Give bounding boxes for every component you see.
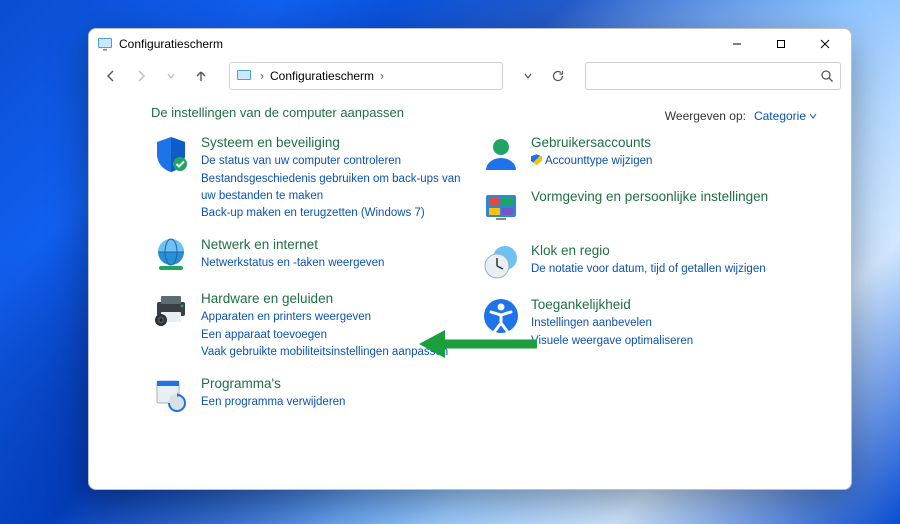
maximize-button[interactable]: [759, 29, 803, 59]
category-link[interactable]: Hardware en geluiden: [201, 290, 448, 308]
category-link[interactable]: Gebruikersaccounts: [531, 134, 652, 152]
category-accessibility: Toegankelijkheid Instellingen aanbevelen…: [481, 296, 811, 350]
view-by-value: Categorie: [754, 109, 806, 123]
chevron-down-icon: [809, 112, 817, 120]
shield-icon: [151, 134, 191, 174]
sublink[interactable]: Apparaten en printers weergeven: [201, 309, 448, 326]
globe-icon: [151, 236, 191, 276]
view-by-label: Weergeven op:: [665, 109, 746, 123]
accessibility-icon: [481, 296, 521, 336]
sublink[interactable]: Een programma verwijderen: [201, 394, 345, 411]
sublink[interactable]: Instellingen aanbevelen: [531, 315, 693, 332]
minimize-button[interactable]: [715, 29, 759, 59]
breadcrumb-sep: ›: [260, 69, 264, 83]
personalization-icon: [481, 188, 521, 228]
control-panel-icon: [236, 68, 252, 84]
category-clock-region: Klok en regio De notatie voor datum, tij…: [481, 242, 811, 282]
category-hardware-sound: Hardware en geluiden Apparaten en printe…: [151, 290, 471, 361]
up-button[interactable]: [189, 64, 213, 88]
refresh-button[interactable]: [545, 63, 571, 89]
sublink[interactable]: Accounttype wijzigen: [531, 153, 652, 170]
clock-icon: [481, 242, 521, 282]
category-appearance: Vormgeving en persoonlijke instellingen: [481, 188, 811, 228]
address-bar[interactable]: › Configuratiescherm ›: [229, 62, 503, 90]
search-box[interactable]: [585, 62, 841, 90]
recent-locations-button[interactable]: [159, 64, 183, 88]
category-link[interactable]: Systeem en beveiliging: [201, 134, 471, 152]
view-by-row: Weergeven op: Categorie: [665, 109, 817, 123]
user-icon: [481, 134, 521, 174]
address-dropdown-button[interactable]: [515, 63, 541, 89]
category-link[interactable]: Netwerk en internet: [201, 236, 384, 254]
close-button[interactable]: [803, 29, 847, 59]
category-network-internet: Netwerk en internet Netwerkstatus en -ta…: [151, 236, 471, 276]
back-button[interactable]: [99, 64, 123, 88]
programs-icon: [151, 375, 191, 415]
sublink[interactable]: Back-up maken en terugzetten (Windows 7): [201, 205, 471, 222]
category-programs: Programma's Een programma verwijderen: [151, 375, 471, 415]
sublink[interactable]: Een apparaat toevoegen: [201, 327, 448, 344]
category-system-security: Systeem en beveiliging De status van uw …: [151, 134, 471, 222]
sublink[interactable]: Vaak gebruikte mobiliteitsinstellingen a…: [201, 344, 448, 361]
search-icon: [820, 69, 834, 83]
control-panel-icon: [97, 36, 113, 52]
category-link[interactable]: Klok en regio: [531, 242, 766, 260]
printer-icon: [151, 290, 191, 330]
window-title: Configuratiescherm: [119, 37, 223, 51]
sublink[interactable]: Netwerkstatus en -taken weergeven: [201, 255, 384, 272]
sublink[interactable]: Visuele weergave optimaliseren: [531, 333, 693, 350]
category-user-accounts: Gebruikersaccounts Accounttype wijzigen: [481, 134, 811, 174]
nav-toolbar: › Configuratiescherm ›: [89, 59, 851, 93]
sublink[interactable]: De notatie voor datum, tijd of getallen …: [531, 261, 766, 278]
titlebar: Configuratiescherm: [89, 29, 851, 59]
sublink[interactable]: Bestandsgeschiedenis gebruiken om back-u…: [201, 171, 471, 204]
forward-button[interactable]: [129, 64, 153, 88]
category-link[interactable]: Toegankelijkheid: [531, 296, 693, 314]
breadcrumb-root[interactable]: Configuratiescherm: [270, 69, 374, 83]
view-by-dropdown[interactable]: Categorie: [754, 109, 817, 123]
sublink[interactable]: De status van uw computer controleren: [201, 153, 471, 170]
category-link[interactable]: Vormgeving en persoonlijke instellingen: [531, 188, 768, 206]
category-link[interactable]: Programma's: [201, 375, 345, 393]
breadcrumb-sep: ›: [380, 69, 384, 83]
content-body: De instellingen van de computer aanpasse…: [89, 93, 851, 489]
control-panel-window: Configuratiescherm › Configuratiescherm …: [88, 28, 852, 490]
